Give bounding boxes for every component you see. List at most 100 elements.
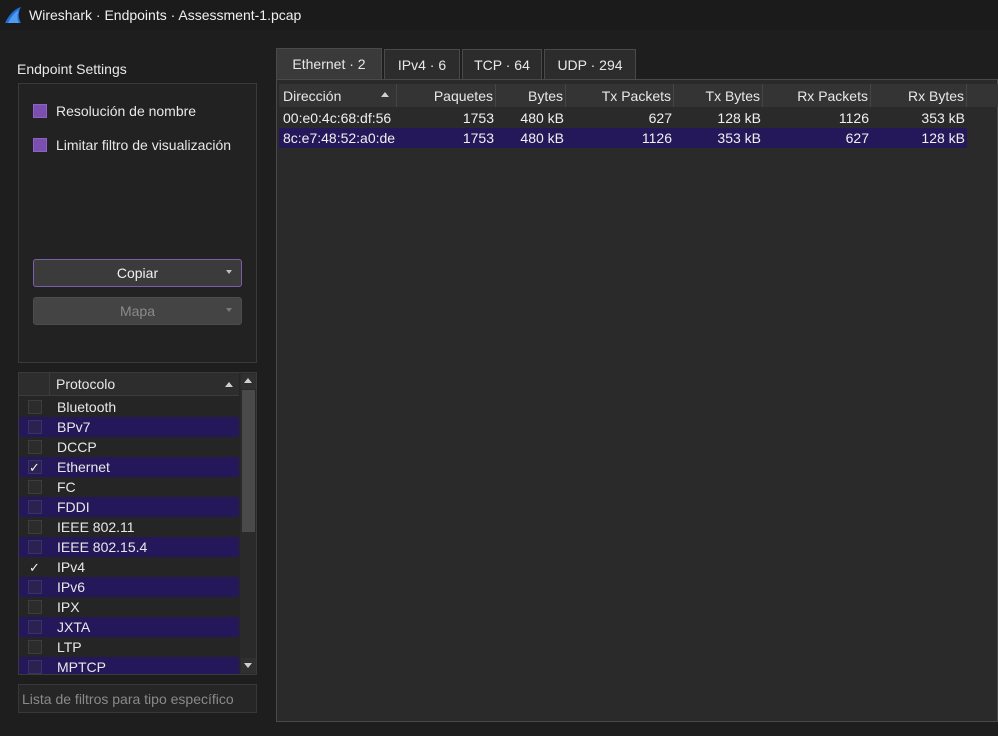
- tab-endpoint-type[interactable]: Ethernet · 2: [276, 48, 382, 79]
- sort-ascending-icon: [225, 382, 233, 387]
- protocol-checkbox-cell[interactable]: ✓: [19, 557, 50, 577]
- protocol-checkbox-cell[interactable]: [19, 637, 50, 657]
- protocol-checkbox-cell[interactable]: [19, 517, 50, 537]
- wireshark-fin-icon: [5, 7, 21, 23]
- checkmark-icon[interactable]: ✓: [27, 460, 42, 474]
- column-header-label: Rx Bytes: [907, 87, 964, 104]
- protocol-checkbox[interactable]: [27, 620, 42, 634]
- protocol-name: Ethernet: [57, 459, 110, 475]
- limit-display-filter-checkbox[interactable]: Limitar filtro de visualización: [33, 137, 231, 153]
- protocol-row[interactable]: BPv7: [19, 417, 239, 437]
- protocol-row[interactable]: ✓ IPv4: [19, 557, 239, 577]
- column-header-label: Paquetes: [433, 87, 493, 104]
- protocol-checkbox[interactable]: [27, 420, 42, 434]
- column-header[interactable]: Rx Packets: [763, 84, 871, 107]
- tab-endpoint-type[interactable]: TCP · 64: [462, 49, 542, 79]
- limit-display-filter-label: Limitar filtro de visualización: [56, 137, 232, 153]
- table-row[interactable]: 00:e0:4c:68:df:56 1753 480 kB 627 128 kB 1126…: [279, 108, 967, 128]
- column-header-label: Bytes: [527, 87, 563, 104]
- protocol-checkbox-cell[interactable]: [19, 477, 50, 497]
- column-header[interactable]: Tx Packets: [566, 84, 674, 107]
- column-header[interactable]: Rx Bytes: [871, 84, 967, 107]
- checkmark-icon[interactable]: ✓: [28, 560, 42, 574]
- chevron-down-icon[interactable]: [226, 308, 232, 312]
- protocol-checkbox[interactable]: [27, 480, 42, 494]
- table-cell: 1753: [462, 110, 494, 126]
- protocol-row[interactable]: Bluetooth: [19, 397, 239, 417]
- protocol-checkbox[interactable]: [27, 600, 42, 614]
- protocol-row[interactable]: FDDI: [19, 497, 239, 517]
- protocol-checkbox[interactable]: [27, 500, 42, 514]
- tab-endpoint-type[interactable]: UDP · 294: [544, 49, 636, 79]
- protocol-checkbox-cell[interactable]: [19, 577, 50, 597]
- checkbox-column-header[interactable]: [19, 373, 50, 395]
- protocol-name: LTP: [57, 639, 82, 655]
- protocol-list: Bluetooth BPv7 DCCP ✓ Ethernet FC FDDI IEEE 802…: [19, 397, 239, 675]
- protocol-column-header[interactable]: Protocolo: [50, 373, 239, 395]
- protocol-name: IPX: [57, 599, 80, 615]
- protocol-name: DCCP: [57, 439, 97, 455]
- protocol-checkbox-cell[interactable]: [19, 537, 50, 557]
- checkbox-box[interactable]: [33, 138, 47, 152]
- scroll-down-icon[interactable]: [241, 658, 256, 673]
- title-bar: Wireshark · Endpoints · Assessment-1.pca…: [0, 0, 998, 30]
- name-resolution-label: Resolución de nombre: [56, 103, 197, 119]
- protocol-name: FDDI: [57, 499, 90, 515]
- protocol-row[interactable]: FC: [19, 477, 239, 497]
- protocol-row[interactable]: JXTA: [19, 617, 239, 637]
- protocol-checkbox[interactable]: [27, 520, 42, 534]
- protocol-name: JXTA: [57, 619, 91, 635]
- type-filter-input[interactable]: [18, 684, 257, 713]
- protocol-row[interactable]: IEEE 802.15.4: [19, 537, 239, 557]
- copy-button-label: Copiar: [116, 265, 159, 281]
- protocol-row[interactable]: DCCP: [19, 437, 239, 457]
- protocol-checkbox-cell[interactable]: [19, 417, 50, 437]
- column-header-label: Tx Packets: [601, 87, 671, 104]
- protocol-checkbox-cell[interactable]: [19, 397, 50, 417]
- protocol-name: IEEE 802.11: [57, 519, 135, 535]
- column-header[interactable]: Tx Bytes: [674, 84, 763, 107]
- endpoint-settings-heading: Endpoint Settings: [17, 61, 127, 77]
- protocol-checkbox[interactable]: [27, 660, 42, 674]
- protocol-row[interactable]: IEEE 802.11: [19, 517, 239, 537]
- protocol-checkbox-cell[interactable]: [19, 497, 50, 517]
- column-header[interactable]: Bytes: [496, 84, 566, 107]
- table-cell: 1753: [462, 130, 494, 146]
- column-header-label: Dirección: [283, 87, 342, 104]
- protocol-checkbox-cell[interactable]: [19, 597, 50, 617]
- protocol-checkbox[interactable]: [27, 640, 42, 654]
- table-row[interactable]: 8c:e7:48:52:a0:de 1753 480 kB 1126 353 kB 627…: [279, 128, 967, 148]
- checkbox-box[interactable]: [33, 104, 47, 118]
- protocol-checkbox[interactable]: [27, 580, 42, 594]
- sort-ascending-icon: [381, 92, 389, 97]
- protocol-list-panel: Protocolo Bluetooth BPv7 DCCP ✓ Ethernet FC FD…: [18, 372, 257, 675]
- protocol-checkbox-cell[interactable]: [19, 617, 50, 637]
- protocol-row[interactable]: IPv6: [19, 577, 239, 597]
- protocol-row[interactable]: MPTCP: [19, 657, 239, 675]
- name-resolution-checkbox[interactable]: Resolución de nombre: [33, 103, 196, 119]
- tab-endpoint-type[interactable]: IPv4 · 6: [384, 49, 460, 79]
- protocol-row[interactable]: IPX: [19, 597, 239, 617]
- column-header[interactable]: Paquetes: [397, 84, 496, 107]
- protocol-name: MPTCP: [57, 659, 106, 675]
- header-filler: [967, 84, 998, 107]
- scroll-up-icon[interactable]: [241, 374, 256, 389]
- column-header[interactable]: Dirección: [279, 84, 397, 107]
- protocol-row[interactable]: ✓ Ethernet: [19, 457, 239, 477]
- scrollbar-thumb[interactable]: [242, 390, 255, 532]
- protocol-row[interactable]: LTP: [19, 637, 239, 657]
- protocol-checkbox-cell[interactable]: ✓: [19, 457, 50, 477]
- protocol-name: Bluetooth: [57, 399, 117, 415]
- protocol-checkbox-cell[interactable]: [19, 437, 50, 457]
- protocol-checkbox[interactable]: [27, 540, 42, 554]
- protocol-checkbox[interactable]: [27, 440, 42, 454]
- copy-button[interactable]: Copiar: [33, 259, 242, 287]
- table-cell: 627: [648, 110, 672, 126]
- chevron-down-icon[interactable]: [226, 270, 232, 274]
- table-cell: 128 kB: [921, 130, 965, 146]
- protocol-checkbox[interactable]: [27, 400, 42, 414]
- protocol-checkbox-cell[interactable]: [19, 657, 50, 674]
- protocol-list-scrollbar[interactable]: [240, 373, 256, 674]
- table-cell: 353 kB: [921, 110, 965, 126]
- map-button[interactable]: Mapa: [33, 297, 242, 325]
